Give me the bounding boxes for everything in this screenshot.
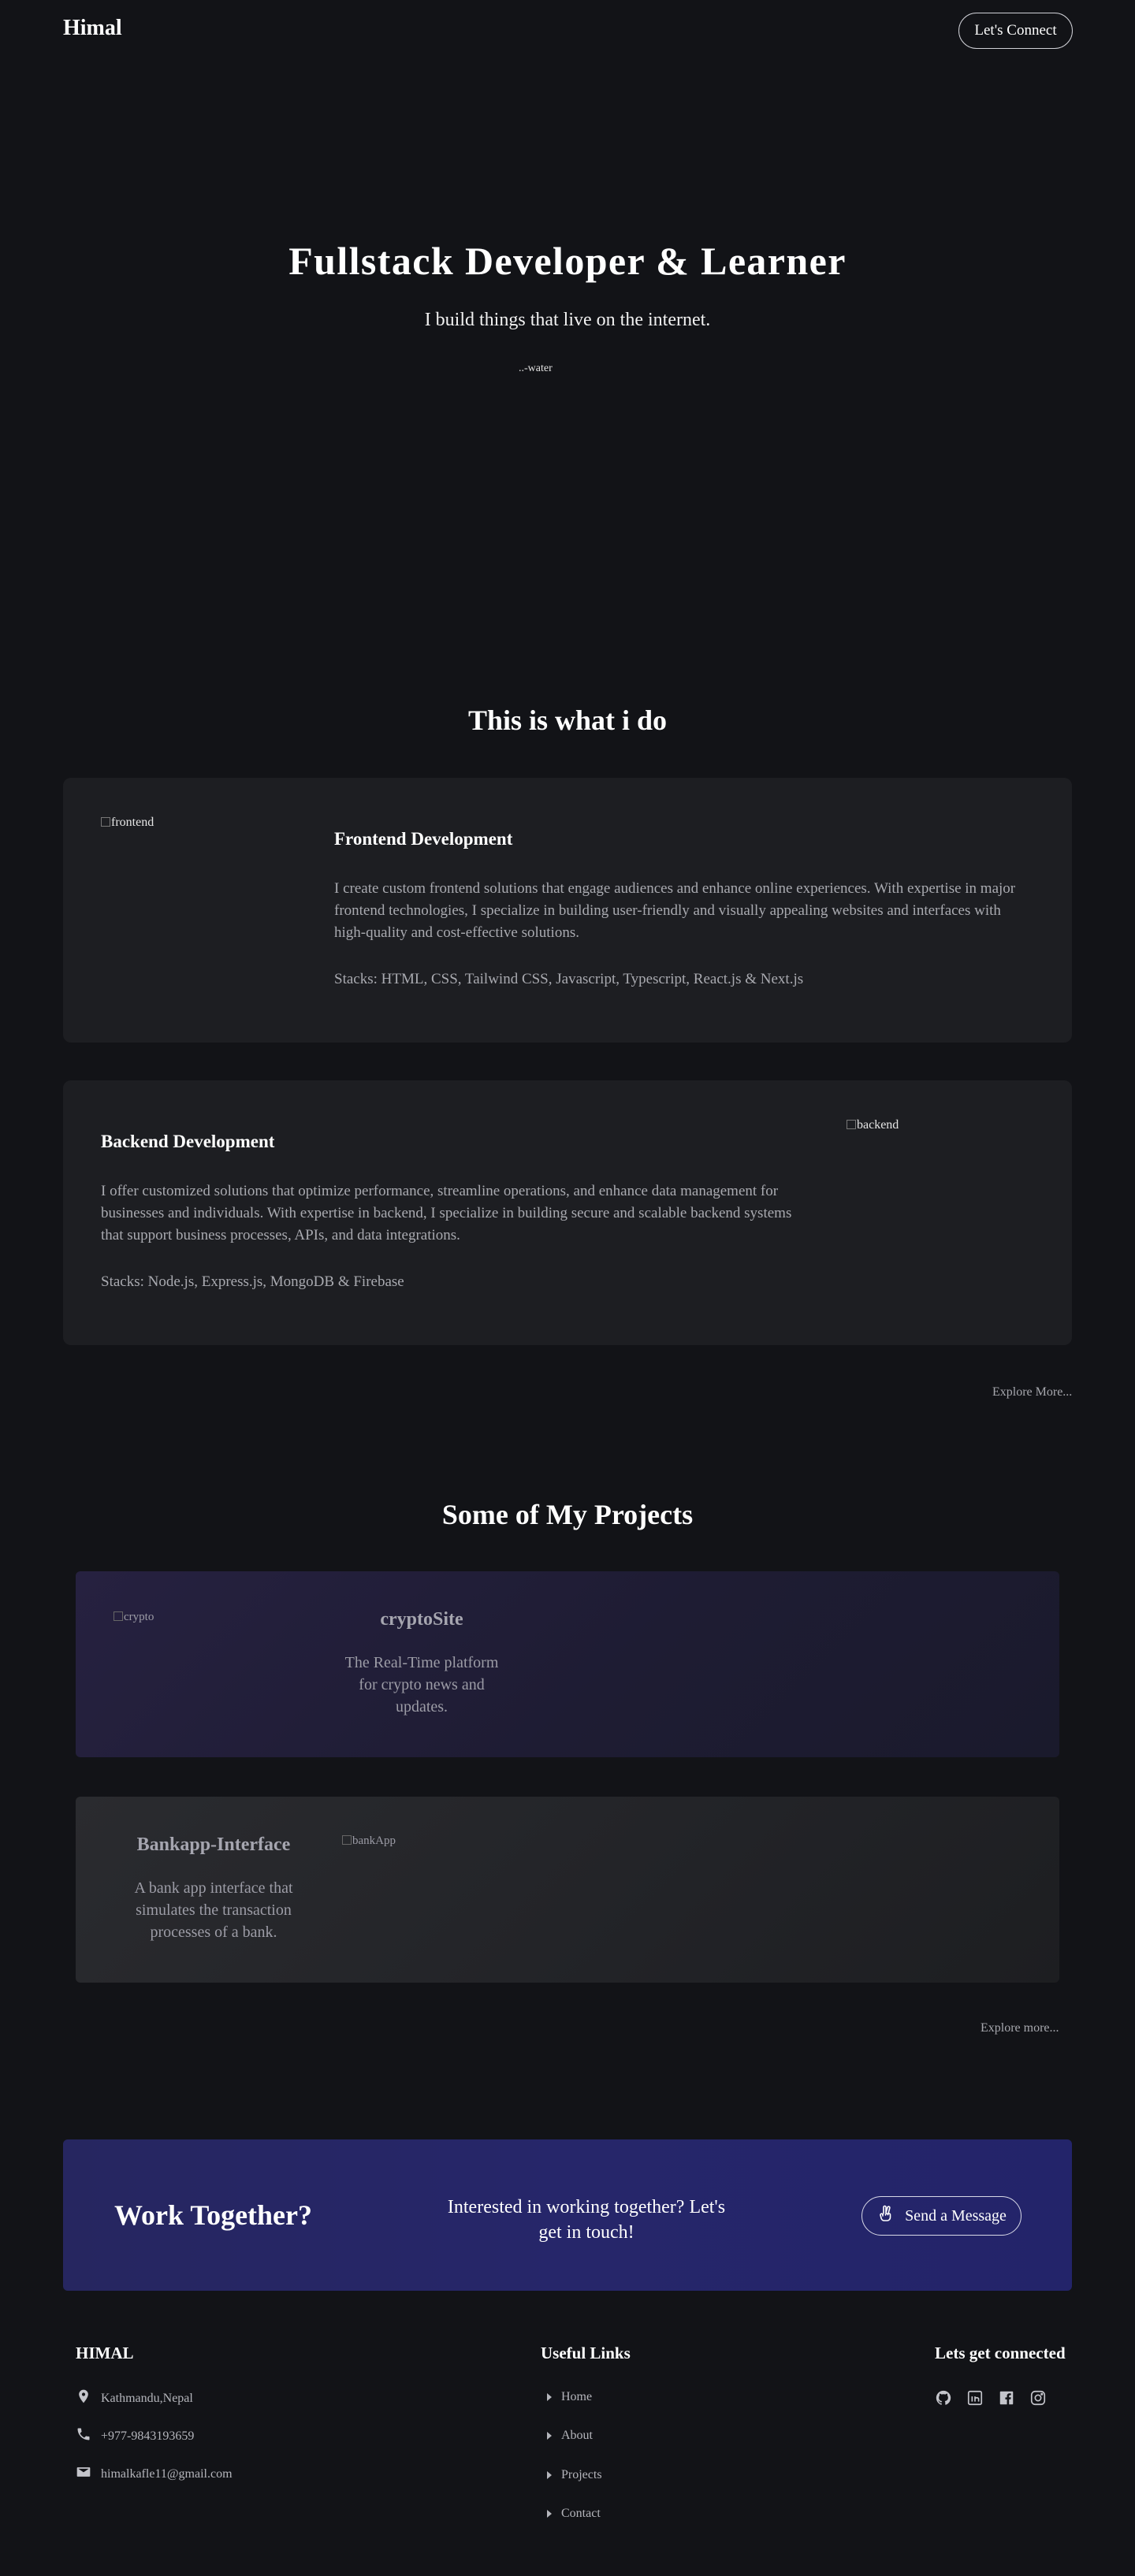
instagram-icon[interactable] xyxy=(1029,2389,1047,2407)
footer-link-label: Home xyxy=(561,2390,593,2403)
broken-image-icon xyxy=(114,1611,123,1621)
send-message-label: Send a Message xyxy=(905,2206,1007,2225)
backend-image: backend xyxy=(847,1118,899,1132)
caret-right-icon xyxy=(547,2510,552,2518)
crypto-image-alt: crypto xyxy=(124,1611,154,1623)
mail-icon xyxy=(76,2464,91,2484)
projects-title: Some of My Projects xyxy=(441,1499,694,1530)
caret-right-icon xyxy=(547,2432,552,2440)
footer-link-label: About xyxy=(561,2429,593,2442)
contact-location: Kathmandu,Nepal xyxy=(76,2388,193,2408)
hand-peace-icon xyxy=(876,2204,895,2228)
github-icon[interactable] xyxy=(935,2389,952,2407)
footer-link-contact[interactable]: Contact xyxy=(547,2507,601,2521)
footer-link-home[interactable]: Home xyxy=(547,2390,592,2404)
footer-link-label: Projects xyxy=(561,2468,602,2481)
bankapp-image-alt: bankApp xyxy=(352,1834,396,1847)
linkedin-icon[interactable] xyxy=(966,2389,984,2407)
service-description: I create custom frontend solutions that … xyxy=(334,880,1016,941)
services-title: This is what i do xyxy=(467,704,668,736)
cta-banner: Work Together? Interested in working tog… xyxy=(63,2139,1072,2291)
cta-text: Interested in working together? Let's ge… xyxy=(447,2197,726,2243)
service-card-frontend: frontend Frontend Development I create c… xyxy=(63,778,1072,1043)
frontend-image-alt: frontend xyxy=(111,816,154,829)
service-title: Frontend Development xyxy=(334,829,513,849)
contact-email-text: himalkafle11@gmail.com xyxy=(101,2466,233,2481)
phone-icon xyxy=(76,2426,91,2446)
send-message-button[interactable]: Send a Message xyxy=(861,2196,1022,2236)
service-stacks: Stacks: Node.js, Express.js, MongoDB & F… xyxy=(101,1273,404,1290)
service-card-backend: Backend Development I offer customized s… xyxy=(63,1080,1072,1345)
footer-brand: HIMAL xyxy=(76,2344,134,2362)
facebook-icon[interactable] xyxy=(998,2389,1015,2407)
project-title: cryptoSite xyxy=(380,1609,463,1630)
social-links xyxy=(935,2389,1047,2407)
footer-link-projects[interactable]: Projects xyxy=(547,2468,602,2482)
broken-image-icon xyxy=(847,1120,856,1129)
social-title: Lets get connected xyxy=(935,2344,1066,2362)
project-description: A bank app interface that simulates the … xyxy=(134,1879,293,1941)
footer-link-about[interactable]: About xyxy=(547,2429,593,2443)
contact-phone: +977-9843193659 xyxy=(76,2426,194,2446)
caret-right-icon xyxy=(547,2471,552,2479)
explore-projects-link[interactable]: Explore more... xyxy=(981,2021,1059,2035)
backend-image-alt: backend xyxy=(857,1118,899,1132)
contact-email: himalkafle11@gmail.com xyxy=(76,2464,233,2484)
useful-links-title: Useful Links xyxy=(541,2344,631,2362)
contact-location-text: Kathmandu,Nepal xyxy=(101,2391,193,2405)
service-description: I offer customized solutions that optimi… xyxy=(101,1183,792,1243)
broken-image-icon xyxy=(101,817,110,827)
footer-link-label: Contact xyxy=(561,2507,601,2520)
hero-subtitle: I build things that live on the internet… xyxy=(424,310,711,330)
hero-title: Fullstack Developer & Learner xyxy=(288,239,847,283)
contact-phone-text: +977-9843193659 xyxy=(101,2429,195,2443)
project-card-bankapp[interactable]: Bankapp-Interface A bank app interface t… xyxy=(76,1797,1059,1983)
explore-more-link[interactable]: Explore More... xyxy=(992,1385,1072,1400)
crypto-image: crypto xyxy=(114,1611,154,1624)
logo[interactable]: Himal xyxy=(63,16,122,41)
bankapp-image: bankApp xyxy=(342,1834,396,1848)
lets-connect-button[interactable]: Let's Connect xyxy=(958,13,1073,49)
navbar: Himal Let's Connect xyxy=(0,0,1135,60)
caret-right-icon xyxy=(547,2393,552,2401)
cta-title: Work Together? xyxy=(114,2199,313,2231)
location-icon xyxy=(76,2388,91,2408)
project-description: The Real-Time platform for crypto news a… xyxy=(344,1654,499,1715)
project-title: Bankapp-Interface xyxy=(136,1834,291,1855)
broken-image-icon xyxy=(342,1835,352,1845)
project-card-crypto[interactable]: crypto cryptoSite The Real-Time platform… xyxy=(76,1571,1059,1757)
frontend-image: frontend xyxy=(101,816,154,830)
hero-image: ..-water xyxy=(519,362,553,374)
service-title: Backend Development xyxy=(101,1132,275,1151)
service-stacks: Stacks: HTML, CSS, Tailwind CSS, Javascr… xyxy=(334,971,804,987)
